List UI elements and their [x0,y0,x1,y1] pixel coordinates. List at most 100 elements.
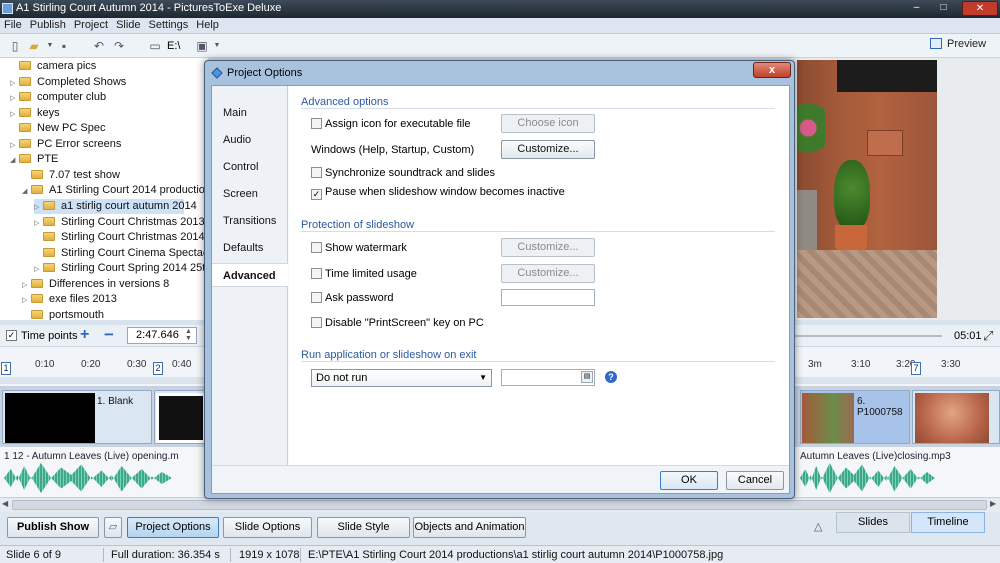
choose-icon-button[interactable]: Choose icon [501,114,595,133]
slide-marker[interactable]: 2 [153,362,163,375]
audio-waveform[interactable] [4,463,172,493]
tree-expand-icon[interactable]: ◢ [10,153,19,168]
checkbox-box[interactable] [311,292,322,303]
tree-item[interactable]: portsmouth [22,308,104,320]
tree-item[interactable]: New PC Spec [10,121,105,136]
scroll-right-icon[interactable]: ▶ [990,499,996,508]
slide-thumbnail[interactable] [154,390,206,444]
show-watermark-checkbox[interactable]: Show watermark [311,242,407,256]
tree-expand-icon[interactable]: ▷ [22,278,31,293]
time-limited-checkbox[interactable]: Time limited usage [311,268,417,282]
assign-icon-checkbox[interactable]: Assign icon for executable file [311,118,471,132]
time-points-checkbox[interactable]: ✓ [6,330,17,341]
tree-expand-icon[interactable]: ◢ [22,184,31,199]
menu-file[interactable]: File [0,18,26,32]
tab-slides[interactable]: Slides [836,512,910,533]
time-limited-customize-button[interactable]: Customize... [501,264,595,283]
menu-help[interactable]: Help [192,18,223,32]
publish-show-button[interactable]: Publish Show [7,517,99,538]
menu-slide[interactable]: Slide [112,18,144,32]
windows-customize-button[interactable]: Customize... [501,140,595,159]
new-file-icon[interactable]: ▯ [8,39,22,53]
playback-track[interactable] [792,335,942,337]
tree-item[interactable]: ▷ Stirling Court Christmas 2013 [34,215,205,230]
menu-settings[interactable]: Settings [145,18,193,32]
fullscreen-icon[interactable]: ⤢ [983,328,993,344]
tree-item[interactable]: ◢ A1 Stirling Court 2014 productions [22,183,208,198]
scroll-left-icon[interactable]: ◀ [2,499,8,508]
folder-tree[interactable]: camera pics ▷ Completed Shows ▷ computer clu… [0,58,208,320]
objects-animation-button[interactable]: Objects and Animation [413,517,526,538]
menu-project[interactable]: Project [70,18,112,32]
minimize-button[interactable]: – [908,1,925,16]
tree-item[interactable]: ▷ keys [10,106,60,121]
undo-icon[interactable]: ↶ [92,39,106,53]
cancel-button[interactable]: Cancel [726,471,784,490]
tree-item[interactable]: 7.07 test show [22,168,120,183]
nav-advanced[interactable]: Advanced [212,263,288,287]
checkbox-box[interactable] [311,118,322,129]
maximize-button[interactable]: □ [935,1,952,16]
pause-inactive-checkbox[interactable]: ✓ Pause when slideshow window becomes ina… [311,186,565,200]
open-folder-icon[interactable]: ▰ [27,39,41,53]
browse-icon[interactable]: ▤ [581,371,593,383]
slide-thumbnail[interactable] [912,390,1000,444]
disable-printscreen-checkbox[interactable]: Disable "PrintScreen" key on PC [311,317,484,331]
tree-item[interactable]: ▷ PC Error screens [10,137,121,152]
project-options-button[interactable]: Project Options [127,517,219,538]
ask-password-checkbox[interactable]: Ask password [311,292,393,306]
checkbox-checked[interactable]: ✓ [311,189,322,200]
zoom-out-icon[interactable]: − [104,325,114,345]
tree-expand-icon[interactable]: ▷ [10,76,19,91]
open-dropdown-icon[interactable]: ▼ [43,39,57,53]
tree-expand-icon[interactable]: ▷ [34,200,43,215]
time-spinner-icon[interactable]: ▲ ▼ [185,328,192,342]
run-on-exit-select[interactable]: Do not run ▼ [311,369,492,387]
nav-audio[interactable]: Audio [212,128,288,152]
help-icon[interactable]: ? [605,371,617,383]
sync-soundtrack-checkbox[interactable]: Synchronize soundtrack and slides [311,167,495,181]
nav-defaults[interactable]: Defaults [212,236,288,260]
slide-marker[interactable]: 1 [1,362,11,375]
dialog-close-button[interactable]: x [753,62,791,78]
slide-marker[interactable]: 7 [911,362,921,375]
tree-expand-icon[interactable]: ▷ [34,216,43,231]
nav-transitions[interactable]: Transitions [212,209,288,233]
preview-button[interactable]: Preview [930,38,986,54]
tree-item[interactable]: Stirling Court Christmas 2014 [34,230,205,245]
tree-item[interactable]: Stirling Court Cinema Spectacular 2014 [34,246,208,261]
tree-expand-icon[interactable]: ▷ [22,293,31,308]
tree-item[interactable]: ▷ Differences in versions 8 [22,277,169,292]
slide-style-button[interactable]: Slide Style [317,517,410,538]
menu-publish[interactable]: Publish [26,18,70,32]
redo-icon[interactable]: ↷ [112,39,126,53]
tab-timeline[interactable]: Timeline [911,512,985,533]
drive-icon[interactable]: ▭ [148,39,162,53]
view-dropdown-icon[interactable]: ▼ [210,39,224,53]
slide-thumbnail-selected[interactable]: 6. P1000758 [800,390,910,444]
tree-expand-icon[interactable]: ▷ [10,138,19,153]
audio-waveform[interactable] [800,463,935,493]
publish-icon[interactable]: ▱ [104,517,122,538]
warning-icon[interactable]: △ [814,520,822,533]
save-icon[interactable]: ▪ [57,39,71,53]
tree-expand-icon[interactable]: ▷ [34,262,43,277]
tree-item[interactable]: ▷ computer club [10,90,106,105]
tree-item[interactable]: ◢ PTE [10,152,58,167]
checkbox-box[interactable] [311,242,322,253]
checkbox-box[interactable] [311,317,322,328]
timeline-scrollbar[interactable]: ◀ ▶ [0,497,1000,512]
tree-item[interactable]: ▷ Completed Shows [10,75,126,90]
tree-item[interactable]: ▷ a1 stirlig court autumn 2014 [34,198,197,215]
checkbox-box[interactable] [311,268,322,279]
scrollbar-thumb[interactable] [12,500,987,510]
view-icon[interactable]: ▣ [195,39,209,53]
watermark-customize-button[interactable]: Customize... [501,238,595,257]
tree-expand-icon[interactable]: ▷ [10,91,19,106]
drive-label[interactable]: E:\ [167,40,180,52]
tree-item[interactable]: ▷ exe files 2013 [22,292,117,307]
password-input[interactable] [501,289,595,306]
checkbox-box[interactable] [311,167,322,178]
ok-button[interactable]: OK [660,471,718,490]
zoom-in-icon[interactable]: + [80,326,89,344]
